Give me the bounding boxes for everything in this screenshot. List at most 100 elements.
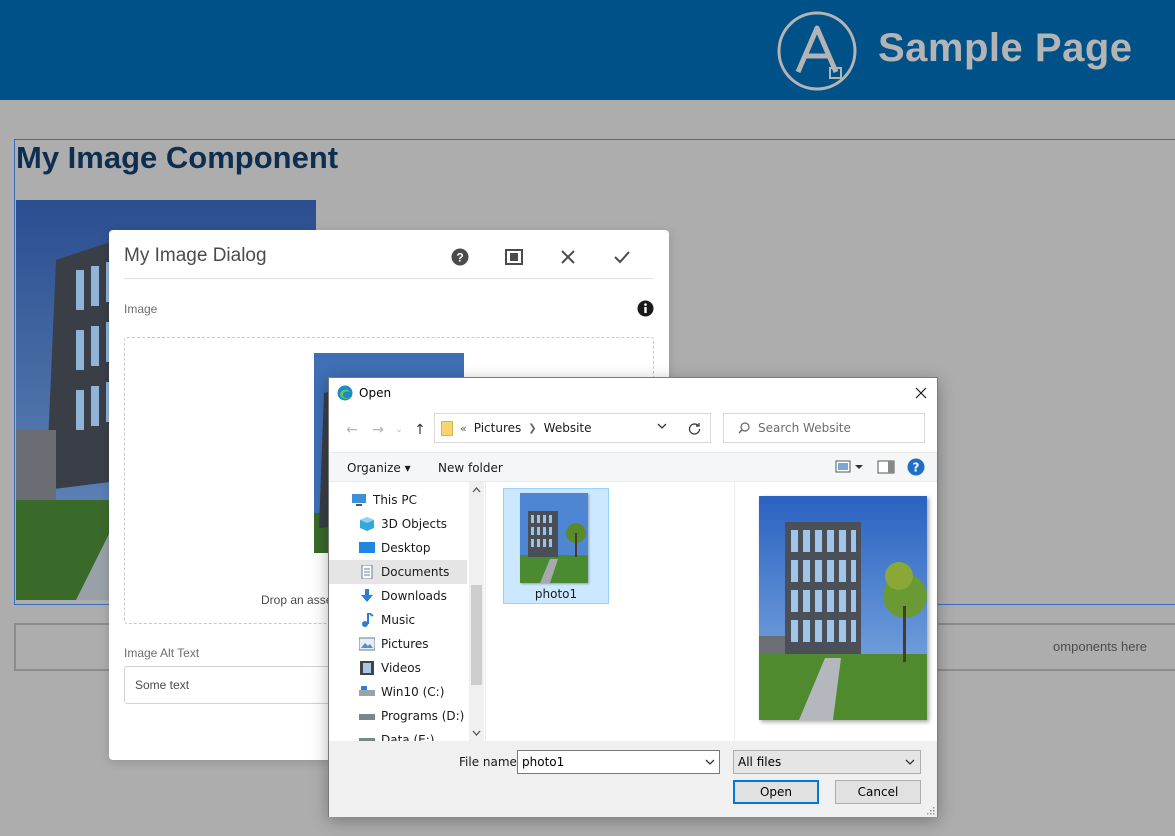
- nav-item-label: Data (E:): [381, 733, 435, 741]
- svg-text:?: ?: [456, 251, 463, 265]
- nav-item-label: Programs (D:): [381, 709, 465, 723]
- image-field-label: Image: [124, 302, 158, 316]
- nav-item-drive-e[interactable]: Data (E:): [329, 728, 467, 741]
- file-item[interactable]: photo1: [503, 488, 609, 604]
- nav-scrollbar[interactable]: [469, 482, 484, 741]
- dialog-divider: [124, 278, 654, 279]
- svg-text:?: ?: [913, 461, 920, 475]
- dialog-titlebar: Open: [329, 378, 937, 408]
- open-button[interactable]: Open: [733, 780, 819, 804]
- scroll-up-icon[interactable]: [469, 484, 484, 496]
- nav-item-documents[interactable]: Documents: [329, 560, 467, 584]
- nav-item-label: This PC: [373, 493, 417, 507]
- search-input[interactable]: Search Website: [723, 413, 925, 443]
- refresh-icon: [688, 422, 700, 435]
- pc-icon: [352, 494, 366, 506]
- file-type-select[interactable]: All files: [733, 750, 921, 774]
- breadcrumb-website[interactable]: Website: [544, 421, 592, 435]
- close-icon[interactable]: [541, 244, 595, 270]
- recent-dropdown-icon[interactable]: ⌄: [391, 420, 407, 440]
- nav-arrows: ← → ⌄ ↑: [339, 420, 433, 440]
- preview-image: [759, 496, 927, 720]
- chevron-down-icon[interactable]: [704, 756, 716, 768]
- site-header: Sample Page: [0, 0, 1175, 100]
- edge-icon: [337, 385, 353, 401]
- chevron-right-icon: ❯: [528, 422, 537, 434]
- nav-item-drive-d[interactable]: Programs (D:): [329, 704, 467, 728]
- address-bar[interactable]: « Pictures ❯ Website: [434, 413, 711, 443]
- forward-icon[interactable]: →: [365, 420, 391, 440]
- nav-item-videos[interactable]: Videos: [329, 656, 467, 680]
- preview-pane: [734, 482, 937, 741]
- refresh-button[interactable]: [678, 413, 711, 443]
- dialog-toolbar: ?: [433, 244, 649, 270]
- preview-pane-icon[interactable]: [877, 459, 895, 475]
- search-icon: [738, 422, 750, 434]
- file-name-value: photo1: [522, 755, 565, 769]
- drive-icon: [359, 714, 375, 720]
- nav-item-this-pc[interactable]: This PC: [329, 488, 467, 512]
- nav-item-label: Downloads: [381, 589, 447, 603]
- dialog-footer: File name: photo1 All files Open Cancel: [329, 741, 937, 817]
- chevron-down-icon: [905, 759, 915, 765]
- cube-icon: [360, 517, 374, 531]
- adobe-experience-logo-icon: [777, 11, 857, 91]
- command-toolbar: Organize ▾ New folder ?: [329, 452, 937, 482]
- close-icon[interactable]: [909, 381, 933, 405]
- folder-icon: [441, 420, 453, 436]
- nav-item-drive-c[interactable]: Win10 (C:): [329, 680, 467, 704]
- parsys-placeholder-text: omponents here: [1053, 639, 1147, 654]
- nav-item-3d-objects[interactable]: 3D Objects: [329, 512, 467, 536]
- nav-item-label: Documents: [381, 565, 450, 579]
- fullscreen-icon[interactable]: [487, 244, 541, 270]
- drive-icon: [359, 738, 375, 741]
- component-title: My Image Component: [16, 140, 339, 175]
- file-list: photo1: [487, 482, 733, 741]
- file-name-label: File name:: [459, 755, 521, 769]
- breadcrumb-pictures[interactable]: Pictures: [474, 421, 522, 435]
- scrollbar-thumb[interactable]: [471, 585, 482, 685]
- file-name-input[interactable]: photo1: [517, 750, 720, 774]
- nav-item-label: Win10 (C:): [381, 685, 445, 699]
- music-icon: [362, 613, 374, 627]
- drive-icon: [359, 686, 375, 696]
- scroll-down-icon[interactable]: [469, 727, 484, 739]
- info-icon[interactable]: [637, 300, 654, 317]
- breadcrumb-overflow[interactable]: «: [460, 422, 467, 435]
- open-file-dialog: Open ← → ⌄ ↑ « Pictures ❯ Website Search…: [328, 377, 938, 817]
- resize-grip-icon[interactable]: [925, 805, 935, 815]
- nav-item-label: Pictures: [381, 637, 429, 651]
- change-view-icon[interactable]: [835, 459, 865, 475]
- download-icon: [361, 589, 373, 602]
- file-type-value: All files: [738, 755, 782, 769]
- cancel-button[interactable]: Cancel: [835, 780, 921, 804]
- chevron-down-icon[interactable]: [656, 420, 668, 432]
- video-icon: [360, 661, 374, 675]
- dialog-title: My Image Dialog: [124, 245, 267, 266]
- file-thumbnail: [520, 493, 588, 583]
- dialog-title: Open: [359, 386, 392, 400]
- help-icon[interactable]: ?: [907, 458, 925, 476]
- organize-button[interactable]: Organize ▾: [347, 461, 411, 475]
- alt-text-label: Image Alt Text: [124, 646, 200, 660]
- dropzone-text: Drop an asse: [261, 593, 333, 607]
- nav-item-music[interactable]: Music: [329, 608, 467, 632]
- done-icon[interactable]: [595, 244, 649, 270]
- nav-item-pictures[interactable]: Pictures: [329, 632, 467, 656]
- file-name: photo1: [534, 587, 578, 601]
- view-controls: ?: [835, 458, 925, 476]
- nav-item-label: Videos: [381, 661, 421, 675]
- nav-item-downloads[interactable]: Downloads: [329, 584, 467, 608]
- navigation-pane: This PC 3D Objects Desktop Documents Dow…: [329, 482, 486, 741]
- desktop-icon: [359, 542, 375, 553]
- back-icon[interactable]: ←: [339, 420, 365, 440]
- search-placeholder: Search Website: [758, 421, 851, 435]
- nav-item-label: Desktop: [381, 541, 431, 555]
- new-folder-button[interactable]: New folder: [438, 461, 503, 475]
- up-icon[interactable]: ↑: [407, 420, 433, 440]
- site-title: Sample Page: [878, 26, 1133, 70]
- nav-item-desktop[interactable]: Desktop: [329, 536, 467, 560]
- pictures-icon: [359, 637, 375, 651]
- help-icon[interactable]: ?: [433, 244, 487, 270]
- nav-item-label: Music: [381, 613, 416, 627]
